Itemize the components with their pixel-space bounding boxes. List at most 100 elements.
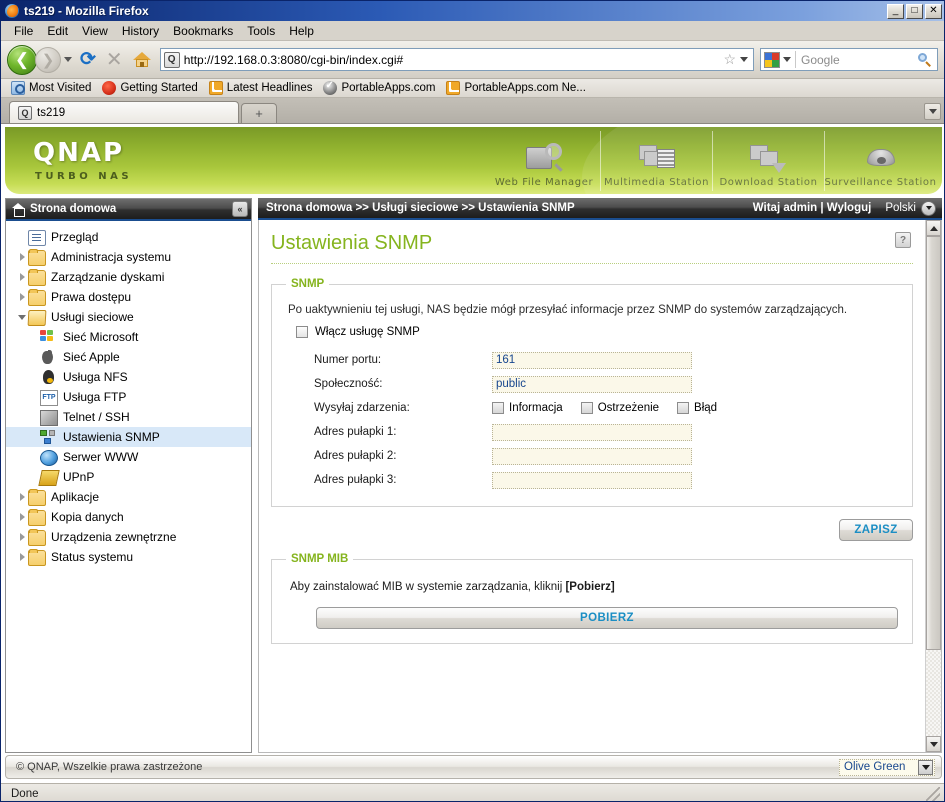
- trap-address-2-input[interactable]: [492, 447, 692, 465]
- url-text[interactable]: http://192.168.0.3:8080/cgi-bin/index.cg…: [184, 53, 720, 67]
- chevron-down-icon: [921, 764, 930, 770]
- sidebar-item-label: Usługa NFS: [63, 370, 128, 384]
- scroll-up-button[interactable]: [926, 220, 941, 236]
- search-input[interactable]: Google: [801, 53, 918, 67]
- welcome-logout[interactable]: Witaj admin | Wyloguj: [753, 202, 872, 214]
- port-number-input[interactable]: 161: [492, 351, 692, 369]
- sidebar-item-zarzadzanie-dyskami[interactable]: Zarządzanie dyskami: [6, 267, 251, 287]
- sidebar-item-uslugi-sieciowe[interactable]: Usługi sieciowe: [6, 307, 251, 327]
- help-button[interactable]: ?: [895, 232, 911, 248]
- home-icon: [12, 203, 25, 217]
- bookmark-portableapps-news[interactable]: PortableApps.com Ne...: [442, 81, 589, 95]
- tab-list-button[interactable]: [924, 103, 941, 120]
- sidebar-item-serwer-www[interactable]: Serwer WWW: [6, 447, 251, 467]
- menu-item-history[interactable]: History: [115, 22, 166, 40]
- sidebar-item-aplikacje[interactable]: Aplikacje: [6, 487, 251, 507]
- menu-item-tools[interactable]: Tools: [240, 22, 282, 40]
- menu-item-file[interactable]: File: [7, 22, 40, 40]
- sidebar-item-telnet-ssh[interactable]: Telnet / SSH: [6, 407, 251, 427]
- chevron-right-icon: [19, 253, 25, 261]
- sidebar-item-siec-microsoft[interactable]: Sieć Microsoft: [6, 327, 251, 347]
- community-input[interactable]: public: [492, 375, 692, 393]
- close-button[interactable]: ✕: [925, 3, 942, 19]
- scrollbar-track[interactable]: [926, 650, 941, 736]
- enable-snmp-row[interactable]: Włącz usługę SNMP: [296, 326, 898, 338]
- sidebar-item-status-systemu[interactable]: Status systemu: [6, 547, 251, 567]
- trap-address-1-input[interactable]: [492, 423, 692, 441]
- station-multimedia[interactable]: Multimedia Station: [600, 131, 712, 191]
- tree-expander[interactable]: [16, 513, 28, 521]
- trap-address-3-input[interactable]: [492, 471, 692, 489]
- tree-expander[interactable]: [16, 533, 28, 541]
- back-button[interactable]: ❮: [7, 44, 37, 75]
- forward-button[interactable]: ❯: [35, 46, 61, 73]
- maximize-button[interactable]: □: [906, 3, 923, 19]
- url-bar[interactable]: Q http://192.168.0.3:8080/cgi-bin/index.…: [159, 48, 754, 71]
- sidebar-item-upnp[interactable]: UPnP: [6, 467, 251, 487]
- breadcrumb: Strona domowa >> Usługi sieciowe >> Usta…: [266, 202, 575, 214]
- minimize-button[interactable]: _: [887, 3, 904, 19]
- bookmark-star-icon[interactable]: ☆: [723, 51, 736, 68]
- tab-ts219[interactable]: Q ts219: [9, 101, 239, 123]
- trap-address-3-label: Adres pułapki 3:: [314, 474, 397, 486]
- reload-icon[interactable]: ⟳: [80, 50, 96, 69]
- tree-expander[interactable]: [16, 493, 28, 501]
- home-icon[interactable]: [132, 51, 151, 68]
- enable-snmp-checkbox[interactable]: [296, 326, 308, 338]
- bookmark-getting-started[interactable]: Getting Started: [98, 81, 201, 95]
- bookmark-most-visited[interactable]: Most Visited: [7, 81, 95, 95]
- url-dropdown-icon[interactable]: [740, 57, 748, 62]
- event-info-checkbox[interactable]: [492, 402, 504, 414]
- content-scrollbar[interactable]: [925, 220, 941, 752]
- tree-expander[interactable]: [16, 553, 28, 561]
- tree-expander[interactable]: [16, 314, 28, 320]
- sidebar-item-prawa-dostepu[interactable]: Prawa dostępu: [6, 287, 251, 307]
- menu-item-edit[interactable]: Edit: [40, 22, 75, 40]
- sidebar-collapse-button[interactable]: «: [232, 201, 248, 217]
- language-dropdown-button[interactable]: [921, 200, 936, 216]
- stop-icon[interactable]: ✕: [106, 50, 123, 70]
- menu-item-bookmarks[interactable]: Bookmarks: [166, 22, 240, 40]
- bookmark-portableapps[interactable]: PortableApps.com: [319, 80, 439, 95]
- menu-item-view[interactable]: View: [75, 22, 115, 40]
- station-download[interactable]: Download Station: [712, 131, 824, 191]
- menu-item-help[interactable]: Help: [282, 22, 321, 40]
- search-engine-dropdown-icon[interactable]: [783, 57, 791, 62]
- download-button[interactable]: POBIERZ: [316, 607, 898, 629]
- station-links: Web File Manager Multimedia Station Down…: [488, 131, 936, 191]
- station-surveillance[interactable]: Surveillance Station: [824, 131, 936, 191]
- sidebar-item-administracja-systemu[interactable]: Administracja systemu: [6, 247, 251, 267]
- folder-icon: [28, 529, 46, 546]
- trap-address-2-row: Adres pułapki 2:: [314, 444, 898, 468]
- sidebar-item-usluga-ftp[interactable]: FTP Usługa FTP: [6, 387, 251, 407]
- theme-select[interactable]: Olive Green: [839, 758, 935, 776]
- new-tab-button[interactable]: +: [241, 103, 277, 123]
- station-web-file-manager[interactable]: Web File Manager: [488, 131, 600, 191]
- tree-expander[interactable]: [16, 293, 28, 301]
- search-bar[interactable]: Google: [760, 48, 938, 71]
- sidebar-item-urzadzenia-zewnetrzne[interactable]: Urządzenia zewnętrzne: [6, 527, 251, 547]
- bookmark-latest-headlines[interactable]: Latest Headlines: [205, 81, 317, 95]
- search-magnifier-icon[interactable]: [918, 52, 932, 67]
- sidebar-item-label: Kopia danych: [51, 510, 124, 524]
- sidebar-item-usluga-nfs[interactable]: Usługa NFS: [6, 367, 251, 387]
- scroll-down-button[interactable]: [926, 736, 941, 752]
- resize-grip[interactable]: [926, 786, 940, 801]
- event-warning-checkbox[interactable]: [580, 402, 593, 414]
- event-info-group[interactable]: Informacja: [492, 402, 563, 414]
- sidebar-item-przeglad[interactable]: Przegląd: [6, 227, 251, 247]
- sidebar-item-kopia-danych[interactable]: Kopia danych: [6, 507, 251, 527]
- tree-expander[interactable]: [16, 273, 28, 281]
- sidebar-item-ustawienia-snmp[interactable]: Ustawienia SNMP: [6, 427, 251, 447]
- menu-bar: File Edit View History Bookmarks Tools H…: [1, 21, 944, 41]
- theme-dropdown-arrow[interactable]: [918, 759, 933, 775]
- tree-expander[interactable]: [16, 253, 28, 261]
- history-dropdown-icon[interactable]: [64, 57, 72, 62]
- sidebar-item-siec-apple[interactable]: Sieć Apple: [6, 347, 251, 367]
- save-button[interactable]: ZAPISZ: [839, 519, 913, 541]
- event-error-checkbox[interactable]: [677, 402, 690, 414]
- tab-strip: Q ts219 +: [1, 98, 944, 124]
- event-error-group[interactable]: Błąd: [677, 402, 717, 414]
- event-warning-group[interactable]: Ostrzeżenie: [580, 402, 659, 414]
- scrollbar-thumb[interactable]: [926, 236, 941, 650]
